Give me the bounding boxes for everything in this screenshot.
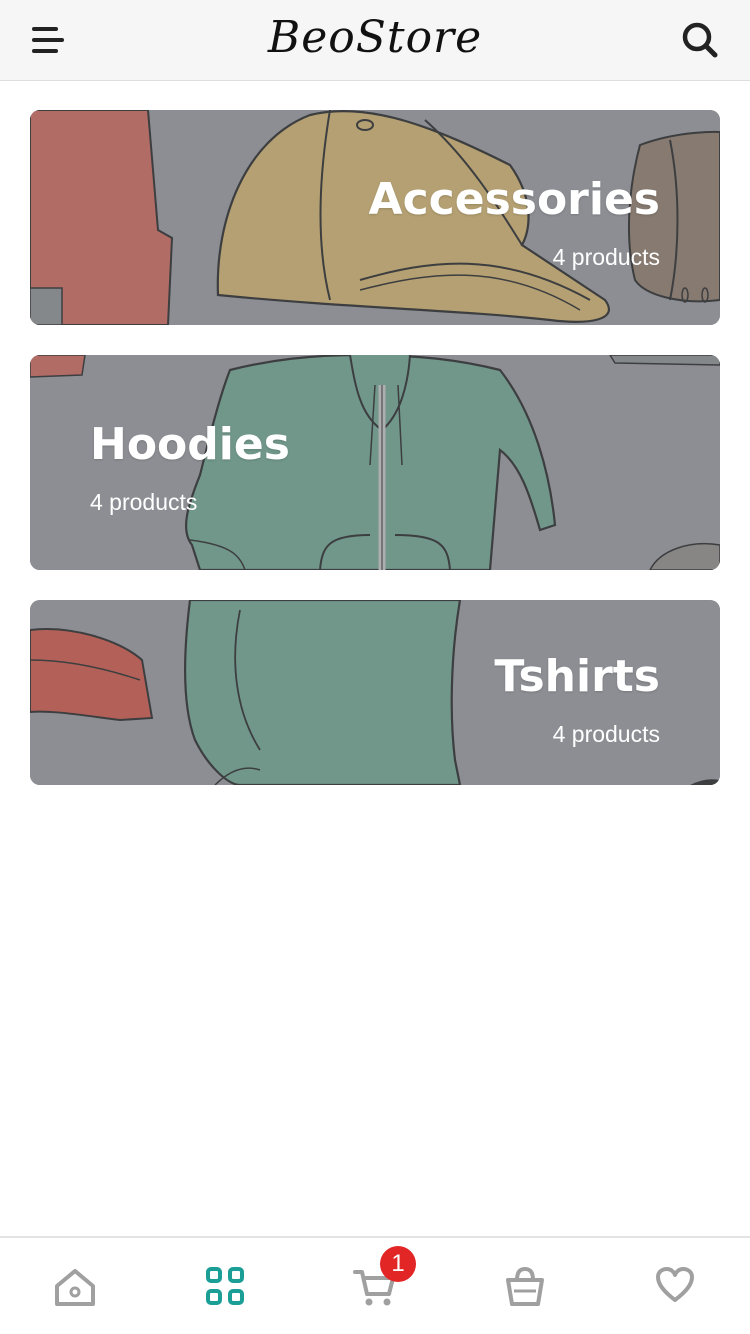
category-text: Hoodies 4 products — [90, 423, 290, 516]
cart-count-badge: 1 — [380, 1246, 416, 1282]
tab-cart[interactable]: 1 — [300, 1238, 450, 1334]
search-icon[interactable] — [680, 20, 720, 60]
heart-icon — [656, 1267, 694, 1302]
category-title: Hoodies — [90, 419, 290, 470]
bottom-tab-bar: 1 — [0, 1236, 750, 1334]
categories-grid-icon — [206, 1267, 244, 1305]
category-count: 4 products — [552, 244, 660, 270]
category-card-tshirts[interactable]: Tshirts 4 products — [30, 600, 720, 785]
category-count: 4 products — [552, 721, 660, 747]
category-text: Tshirts 4 products — [494, 655, 660, 748]
category-card-accessories[interactable]: Accessories 4 products — [30, 110, 720, 325]
category-count: 4 products — [90, 489, 198, 515]
store-logo[interactable]: BeoStore — [0, 12, 750, 63]
category-card-hoodies[interactable]: Hoodies 4 products — [30, 355, 720, 570]
tab-categories[interactable] — [150, 1238, 300, 1334]
shopping-basket-icon — [506, 1266, 544, 1306]
tab-home[interactable] — [0, 1238, 150, 1334]
app-header: BeoStore — [0, 0, 750, 81]
tab-wishlist[interactable] — [600, 1238, 750, 1334]
category-title: Accessories — [368, 174, 660, 225]
category-title: Tshirts — [494, 651, 660, 702]
tab-orders[interactable] — [450, 1238, 600, 1334]
category-text: Accessories 4 products — [369, 178, 660, 271]
home-icon — [55, 1269, 95, 1306]
